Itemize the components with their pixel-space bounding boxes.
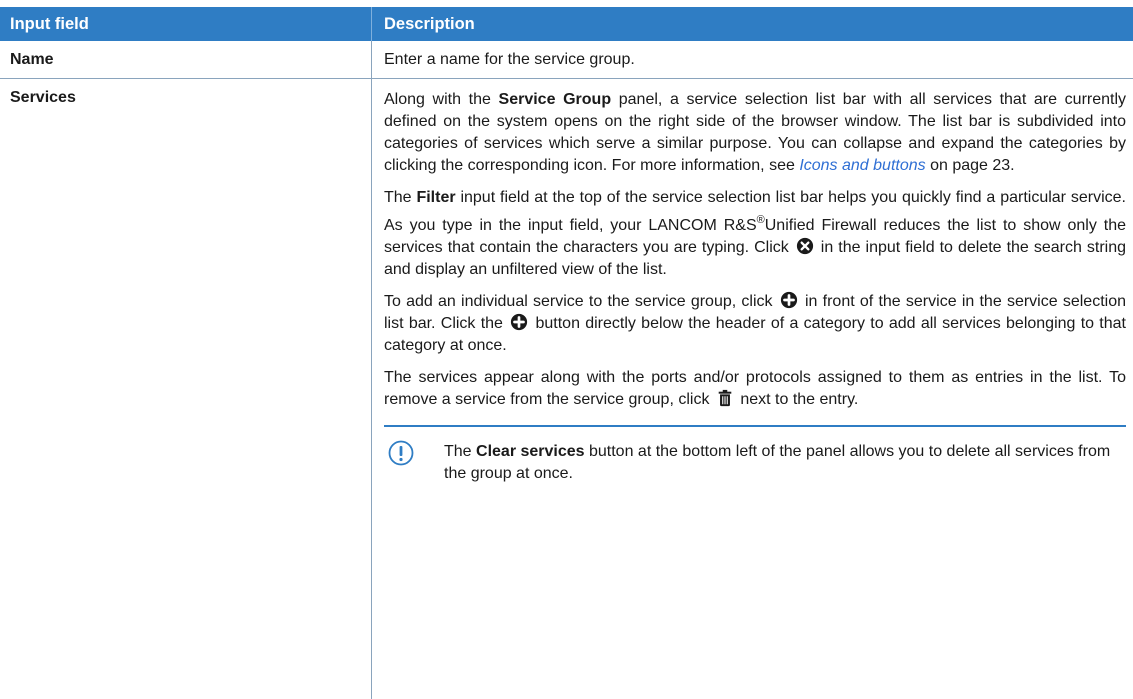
parameter-table: Input field Description Name Enter a nam… (0, 7, 1133, 699)
table-header: Input field Description (0, 7, 1133, 41)
note-box: The Clear services button at the bottom … (384, 425, 1126, 485)
icons-and-buttons-link[interactable]: Icons and buttons (799, 157, 925, 174)
header-input-field: Input field (0, 7, 372, 41)
table-row: Name Enter a name for the service group. (0, 41, 1133, 79)
header-description: Description (384, 15, 475, 33)
table-row: Services Along with the Service Group pa… (0, 79, 1133, 699)
trash-icon (718, 389, 732, 407)
services-paragraph-2: The Filter input field at the top of the… (384, 189, 1127, 278)
services-paragraph-3: To add an individual service to the serv… (384, 291, 1127, 354)
note-text: The Clear services button at the bottom … (444, 443, 1111, 482)
clear-circle-icon (796, 237, 813, 255)
field-name-description: Enter a name for the service group. (384, 51, 635, 68)
add-circle-icon (511, 313, 528, 331)
services-paragraph-1: Along with the Service Group panel, a se… (384, 91, 1127, 174)
field-services-label: Services (0, 79, 372, 699)
field-name-label: Name (0, 41, 372, 78)
exclamation-circle-icon (388, 440, 414, 466)
services-paragraph-4: The services appear along with the ports… (384, 369, 1126, 408)
add-circle-icon (780, 291, 797, 309)
field-services-description: Along with the Service Group panel, a se… (372, 79, 1133, 699)
